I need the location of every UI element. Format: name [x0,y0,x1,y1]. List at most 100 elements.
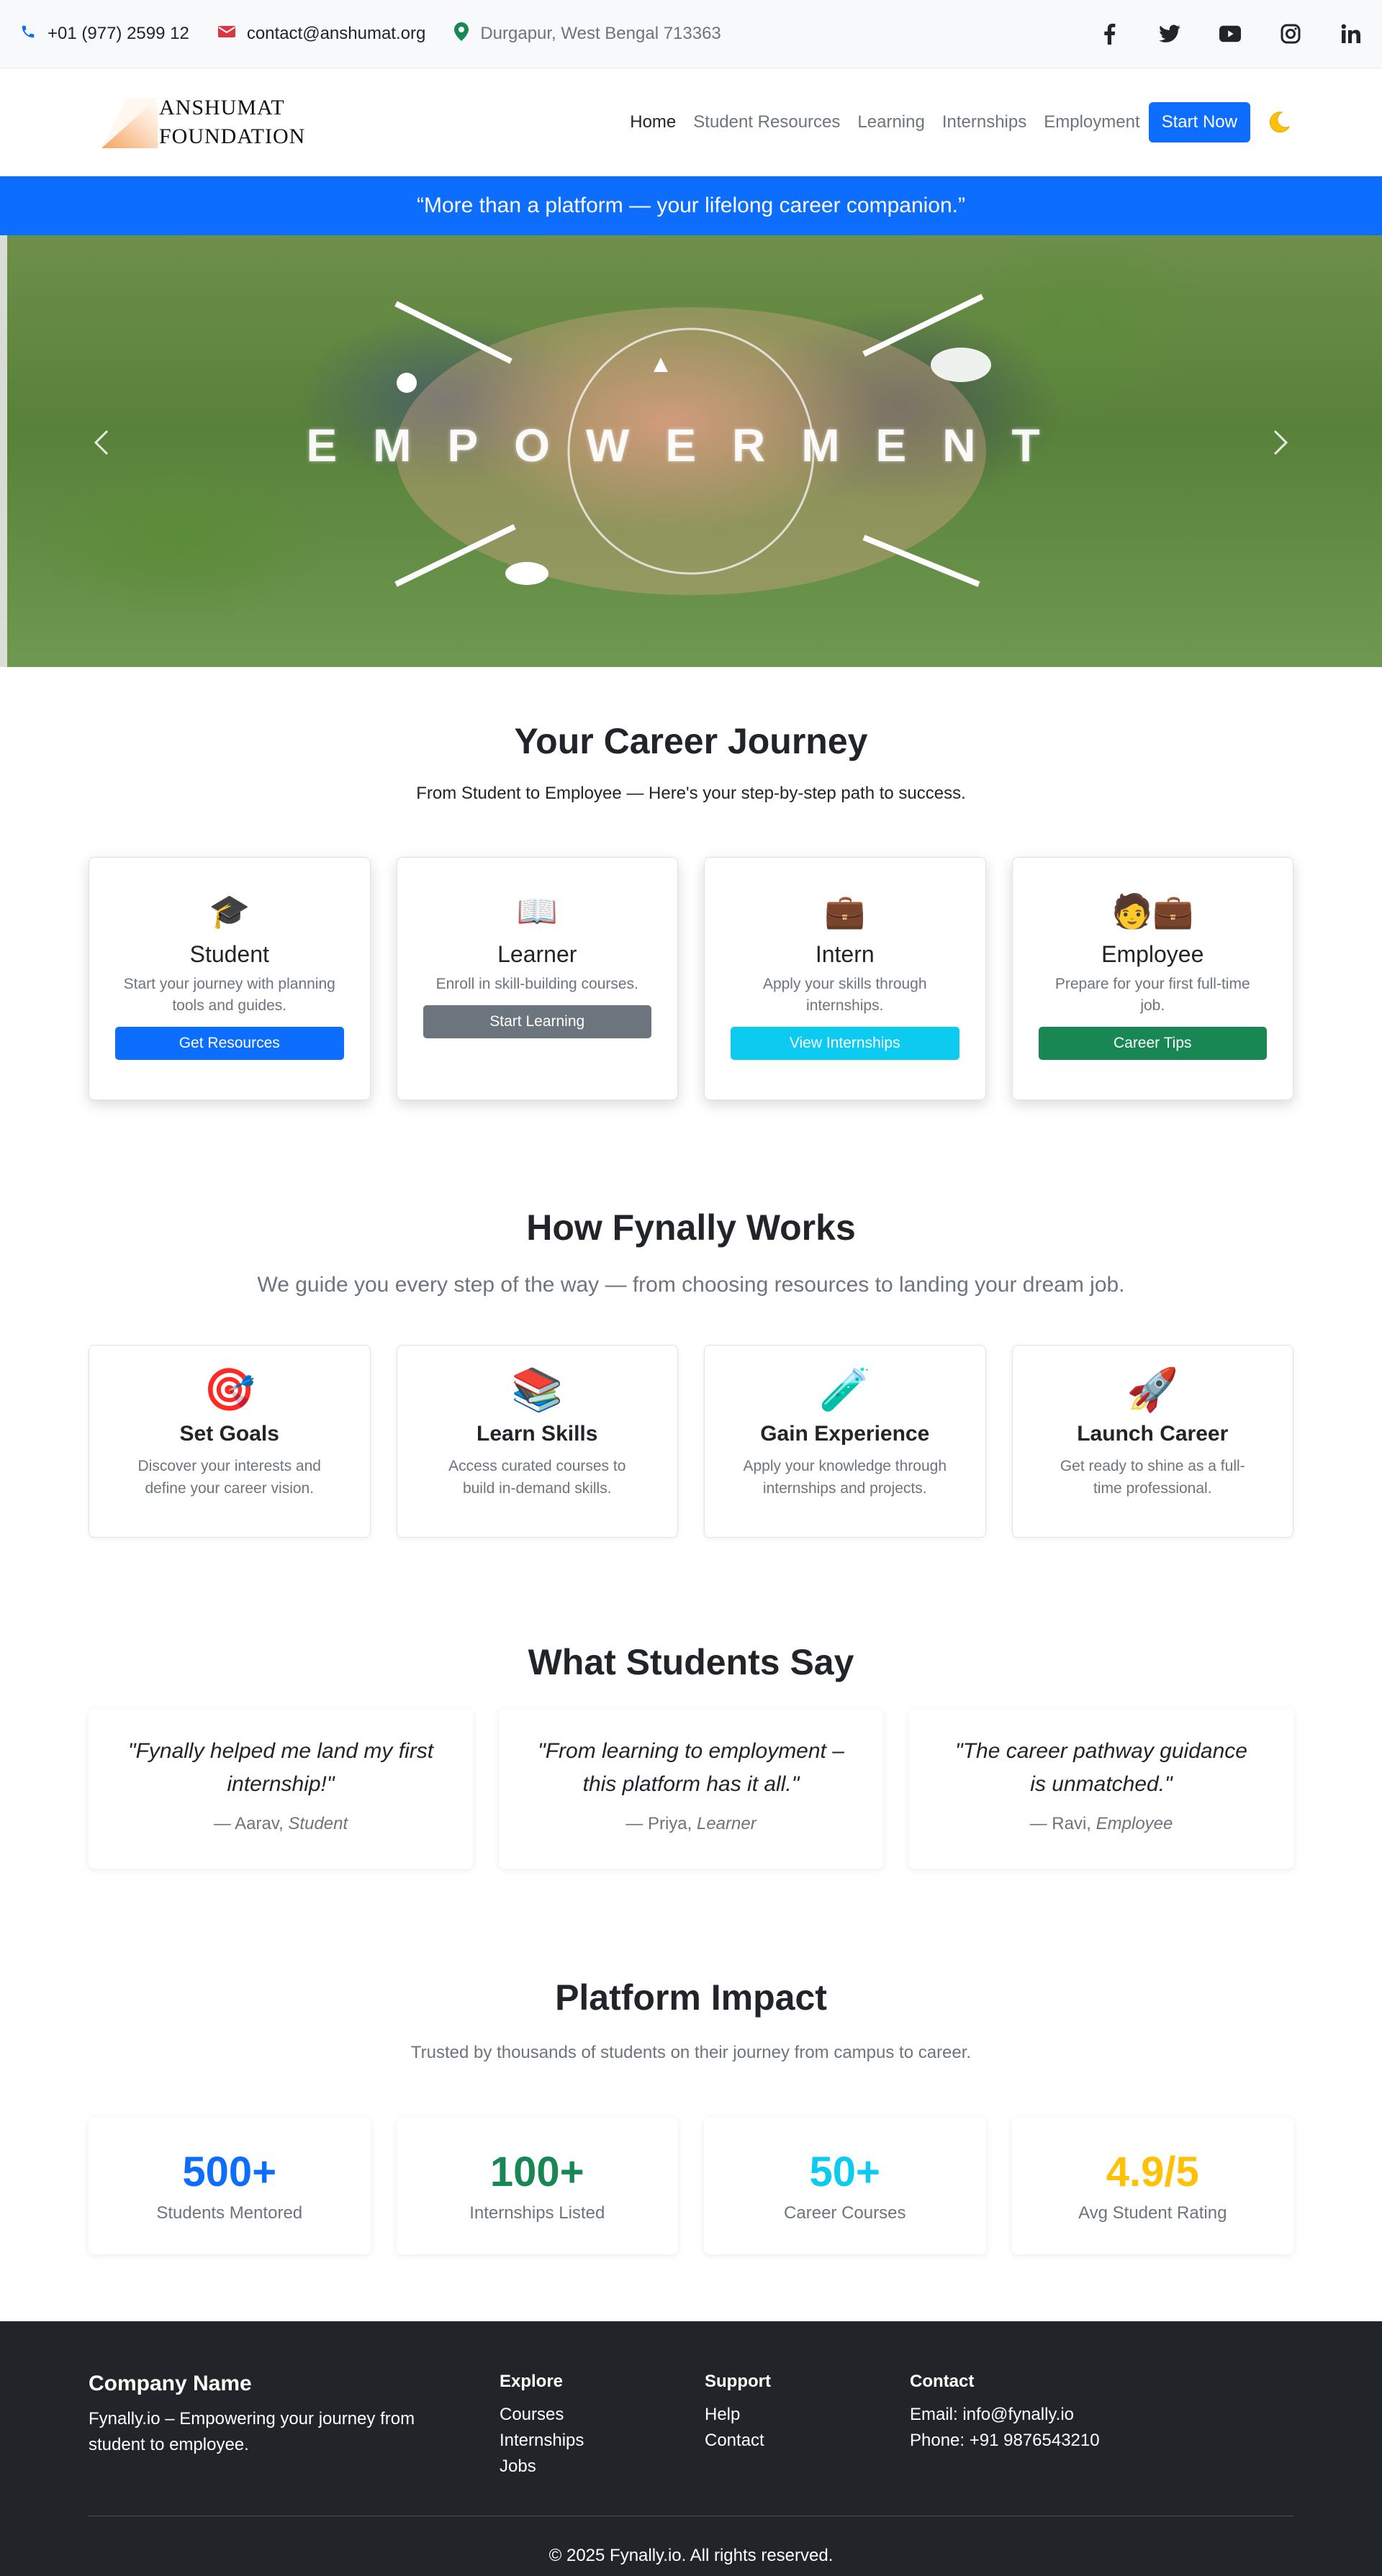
footer-explore-title: Explore [500,2372,564,2391]
top-contact-bar: +01 (977) 2599 12 contact@anshumat.org D… [0,0,1382,68]
stat-label: Internships Listed [469,2203,605,2223]
instagram-icon[interactable] [1280,23,1301,45]
brand-text: ANSHUMAT FOUNDATION [159,94,305,151]
footer-link-courses[interactable]: Courses [500,2402,705,2428]
footer-support: Support Help Contact [705,2372,910,2480]
journey-subtitle: From Student to Employee — Here's your s… [416,784,966,803]
card-title: Launch Career [1077,1422,1229,1446]
footer-email[interactable]: Email: info@fynally.io [910,2402,1115,2428]
testimonial-author: — Aarav, Student [213,1814,348,1833]
card-text: Discover your interests and define your … [137,1458,321,1497]
nav-employment[interactable]: Employment [1035,112,1148,132]
books-icon: 📚 [511,1366,564,1413]
stat-value: 100+ [489,2149,584,2195]
footer-contact-title: Contact [910,2372,975,2391]
journey-card-intern: 💼 Intern Apply your skills through inter… [704,857,986,1100]
footer-explore: Explore Courses Internships Jobs [500,2372,705,2480]
get-resources-button[interactable]: Get Resources [115,1027,344,1060]
moon-icon[interactable] [1266,109,1292,135]
card-text: Enroll in skill-building courses. [435,976,638,992]
testimonials-title: What Students Say [528,1642,854,1682]
linkedin-icon[interactable] [1340,23,1362,45]
banner-quote: “More than a platform — your lifelong ca… [416,194,965,217]
impact-subtitle: Trusted by thousands of students on thei… [410,2043,972,2062]
envelope-icon [217,24,235,44]
card-text: Get ready to shine as a full-time profes… [1060,1458,1245,1497]
youtube-icon[interactable] [1219,23,1241,45]
footer-phone[interactable]: Phone: +91 9876543210 [910,2428,1115,2454]
works-cards: 🎯 Set Goals Discover your interests and … [0,1345,1382,1538]
start-learning-button[interactable]: Start Learning [423,1005,651,1038]
view-internships-button[interactable]: View Internships [731,1027,959,1060]
rocket-icon: 🚀 [1126,1366,1179,1413]
journey-card-learner: 📖 Learner Enroll in skill-building cours… [396,857,678,1100]
nav-internships[interactable]: Internships [934,112,1035,132]
card-title: Student [189,941,269,967]
email-contact[interactable]: contact@anshumat.org [217,24,425,44]
card-text: Start your journey with planning tools a… [123,976,335,1014]
stat-card: 50+ Career Courses [704,2118,986,2254]
nav-home[interactable]: Home [621,112,685,132]
footer-contact: Contact Email: info@fynally.io Phone: +9… [910,2372,1115,2480]
stat-value: 4.9/5 [1106,2149,1199,2195]
location-pin-icon [454,22,469,46]
career-tips-button[interactable]: Career Tips [1038,1027,1267,1060]
platform-impact-section: Platform Impact Trusted by thousands of … [0,1869,1382,2254]
address-text: Durgapur, West Bengal 713363 [480,24,721,43]
main-navbar: ANSHUMAT FOUNDATION Home Student Resourc… [0,68,1382,176]
footer-link-internships[interactable]: Internships [500,2428,705,2454]
start-now-button[interactable]: Start Now [1148,102,1250,142]
logo-mark-icon [97,92,158,153]
card-title: Learn Skills [477,1422,598,1446]
testimonial-quote: "Fynally helped me land my first interns… [127,1739,434,1796]
card-text: Access curated courses to build in-deman… [448,1458,626,1497]
graduation-cap-icon: 🎓 [209,892,250,930]
testimonial-card: "Fynally helped me land my first interns… [89,1709,473,1869]
how-it-works-section: How Fynally Works We guide you every ste… [0,1100,1382,1538]
testimonial-quote: "The career pathway guidance is unmatche… [955,1739,1247,1796]
stat-card: 100+ Internships Listed [397,2118,679,2254]
impact-title: Platform Impact [555,1977,827,2018]
works-card-set-goals: 🎯 Set Goals Discover your interests and … [89,1345,371,1538]
works-title: How Fynally Works [526,1207,856,1248]
footer-link-contact[interactable]: Contact [705,2428,910,2454]
site-footer: Company Name Fynally.io – Empowering you… [0,2321,1382,2576]
carousel-prev-icon[interactable] [89,428,117,457]
footer-link-help[interactable]: Help [705,2402,910,2428]
card-title: Gain Experience [760,1422,930,1446]
phone-contact[interactable]: +01 (977) 2599 12 [20,24,189,45]
testimonial-card: "The career pathway guidance is unmatche… [909,1709,1293,1869]
carousel-next-icon[interactable] [1265,428,1293,457]
card-title: Learner [497,941,577,967]
testimonial-card: "From learning to employment – this plat… [499,1709,883,1869]
stat-card: 500+ Students Mentored [89,2118,371,2254]
copyright: © 2025 Fynally.io. All rights reserved. [548,2546,834,2565]
stat-value: 50+ [809,2149,880,2195]
career-journey-section: Your Career Journey From Student to Empl… [0,667,1382,1100]
card-title: Intern [815,941,875,967]
social-links [1098,23,1362,45]
phone-icon [20,24,36,45]
works-card-gain-experience: 🧪 Gain Experience Apply your knowledge t… [704,1345,986,1538]
nav-student-resources[interactable]: Student Resources [685,112,849,132]
twitter-icon[interactable] [1159,23,1180,45]
journey-cards: 🎓 Student Start your journey with planni… [0,857,1382,1100]
testimonial-cards: "Fynally helped me land my first interns… [0,1709,1382,1869]
brand-logo[interactable]: ANSHUMAT FOUNDATION [97,92,305,153]
testimonial-author: — Ravi, Employee [1029,1814,1173,1833]
nav-learning[interactable]: Learning [849,112,933,132]
footer-link-jobs[interactable]: Jobs [500,2454,705,2480]
address-contact: Durgapur, West Bengal 713363 [454,22,721,46]
stat-card: 4.9/5 Avg Student Rating [1012,2118,1294,2254]
footer-company-name: Company Name [89,2372,252,2395]
facebook-icon[interactable] [1098,23,1120,45]
stat-label: Avg Student Rating [1078,2203,1227,2223]
nav-links: Home Student Resources Learning Internsh… [621,102,1292,142]
footer-about-text: Fynally.io – Empowering your journey fro… [89,2409,415,2454]
works-subtitle: We guide you every step of the way — fro… [257,1273,1125,1297]
card-title: Employee [1101,941,1204,967]
office-worker-icon: 🧑💼 [1111,892,1194,930]
card-text: Apply your knowledge through internships… [743,1458,947,1497]
brand-line-2: FOUNDATION [159,124,306,148]
contact-info: +01 (977) 2599 12 contact@anshumat.org D… [20,22,721,46]
